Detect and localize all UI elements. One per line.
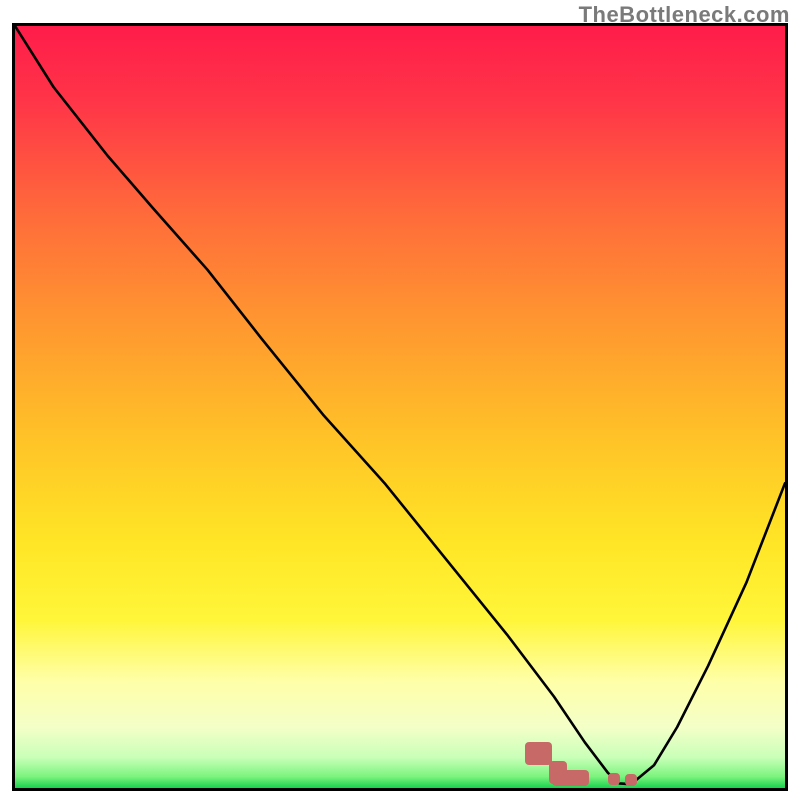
chart-frame <box>12 23 788 791</box>
valley-marker <box>525 742 552 765</box>
chart-area <box>15 26 785 788</box>
valley-marker <box>552 770 589 787</box>
curve-path <box>15 26 785 784</box>
bottleneck-curve <box>15 26 785 788</box>
valley-marker <box>608 773 620 785</box>
valley-marker <box>625 774 637 786</box>
